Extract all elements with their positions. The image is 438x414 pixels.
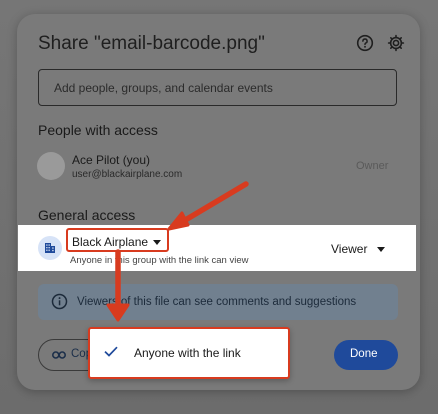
info-icon [51, 293, 68, 310]
link-icon [52, 351, 66, 359]
check-icon [104, 346, 118, 357]
menu-item-anyone-with-link[interactable]: Anyone with the link [134, 346, 241, 360]
general-access-heading: General access [38, 207, 136, 223]
add-people-input[interactable]: Add people, groups, and calendar events [38, 69, 397, 106]
avatar [37, 152, 65, 180]
done-label: Done [350, 348, 378, 360]
gear-icon[interactable] [387, 34, 405, 52]
caret-down-icon [377, 247, 385, 252]
building-icon [45, 243, 55, 253]
dialog-title: Share "email-barcode.png" [38, 33, 265, 54]
person-email: user@blackairplane.com [72, 169, 183, 180]
info-banner-text: Viewers of this file can see comments an… [77, 296, 357, 308]
access-description: Anyone in this group with the link can v… [70, 255, 249, 266]
person-name: Ace Pilot (you) [72, 153, 151, 167]
group-access-label: Black Airplane [72, 235, 149, 249]
role-label: Viewer [331, 242, 368, 256]
caret-down-icon [153, 240, 161, 245]
people-with-access-heading: People with access [38, 122, 158, 138]
owner-role-label: Owner [356, 160, 389, 172]
help-circle-icon[interactable] [356, 34, 374, 52]
